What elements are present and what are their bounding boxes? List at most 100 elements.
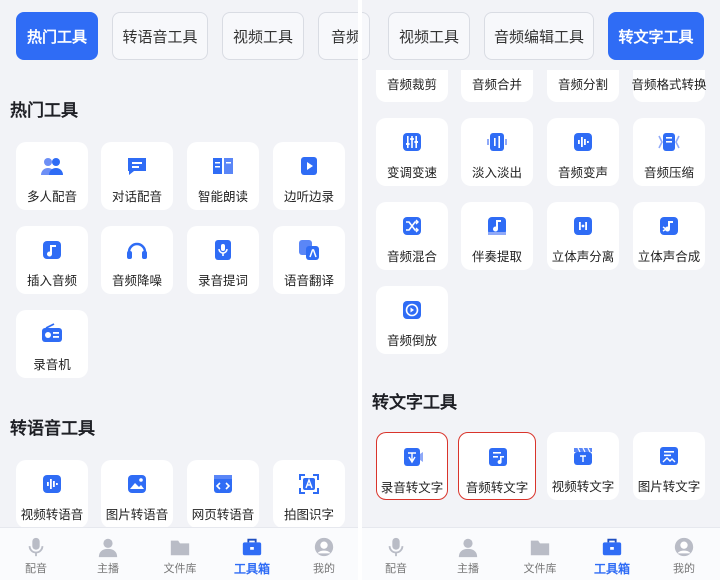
tool-label: 录音机 [33, 357, 71, 372]
tool-audio-mix[interactable]: 音频混合 [376, 202, 448, 270]
tool-label: 边听边录 [283, 189, 334, 204]
book-icon [211, 154, 235, 178]
nav-me[interactable]: 我的 [294, 532, 354, 578]
microphone-icon [385, 536, 407, 558]
tool-stereo-split[interactable]: 立体声分离 [547, 202, 619, 270]
tool-audio-merge[interactable]: 音频合并 [461, 70, 533, 102]
tab-stt-tools[interactable]: 转文字工具 [608, 12, 704, 60]
nav-label: 文件库 [163, 562, 197, 575]
voice-wave-icon [571, 130, 595, 154]
tab-audio-edit-tools[interactable]: 音频编辑工具 [484, 12, 594, 60]
person-icon [457, 536, 479, 558]
compress-icon [657, 130, 681, 154]
tool-insert-audio[interactable]: 插入音频 [16, 226, 88, 294]
category-tabs: 热门工具 转语音工具 视频工具 音频 [0, 12, 358, 62]
tab-audio-tools[interactable]: 音频 [318, 12, 358, 60]
tool-pitch-speed[interactable]: 变调变速 [376, 118, 448, 186]
toolbox-icon [601, 536, 623, 558]
play-document-icon [297, 154, 321, 178]
right-panel: 视频工具 音频编辑工具 转文字工具 音频裁剪 音频合并 音频分割 音频格式转换 … [362, 0, 720, 580]
tool-label: 智能朗读 [197, 189, 248, 204]
tool-label: 音频格式转换 [631, 77, 707, 92]
nav-label: 工具箱 [593, 562, 630, 576]
nav-label: 配音 [385, 562, 407, 575]
tool-audio-to-text[interactable]: 音频转文字 [458, 432, 536, 500]
tool-audio-trim[interactable]: 音频裁剪 [376, 70, 448, 102]
radio-icon [40, 322, 64, 346]
reverse-play-icon [400, 298, 424, 322]
tab-video-tools[interactable]: 视频工具 [222, 12, 304, 60]
tool-accompaniment-extract[interactable]: 伴奏提取 [461, 202, 533, 270]
nav-toolbox[interactable]: 工具箱 [222, 532, 282, 578]
tool-voice-translate[interactable]: 语音翻译 [273, 226, 345, 294]
tab-tts-tools[interactable]: 转语音工具 [112, 12, 208, 60]
tool-label: 音频倒放 [386, 333, 437, 348]
nav-me[interactable]: 我的 [654, 532, 714, 578]
tool-label: 图片转语音 [105, 507, 169, 522]
tool-listen-record[interactable]: 边听边录 [273, 142, 345, 210]
waveform-icon [40, 472, 64, 496]
tab-hot-tools[interactable]: 热门工具 [16, 12, 98, 60]
tool-stereo-combine[interactable]: 立体声合成 [633, 202, 705, 270]
tool-dialogue-dubbing[interactable]: 对话配音 [101, 142, 173, 210]
tool-label: 伴奏提取 [471, 249, 522, 264]
image-icon [125, 472, 149, 496]
tool-image-to-text[interactable]: 图片转文字 [633, 432, 705, 500]
tool-audio-compress[interactable]: 音频压缩 [633, 118, 705, 186]
tool-label: 音频裁剪 [386, 77, 437, 92]
tool-label: 音频混合 [386, 249, 437, 264]
tool-recording-prompter[interactable]: 录音提词 [187, 226, 259, 294]
nav-label: 主播 [97, 562, 119, 575]
nav-label: 工具箱 [233, 562, 270, 576]
nav-file-library[interactable]: 文件库 [150, 532, 210, 578]
tool-recording-to-text[interactable]: 录音转文字 [376, 432, 448, 500]
equalizer-icon [400, 130, 424, 154]
tool-audio-reverse[interactable]: 音频倒放 [376, 286, 448, 354]
tool-label: 视频转文字 [551, 479, 615, 494]
tool-video-to-text[interactable]: 视频转文字 [547, 432, 619, 500]
tool-label: 音频压缩 [643, 165, 694, 180]
tool-image-to-speech[interactable]: 图片转语音 [101, 460, 173, 528]
tool-audio-split[interactable]: 音频分割 [547, 70, 619, 102]
tool-multi-voice-dubbing[interactable]: 多人配音 [16, 142, 88, 210]
tool-label: 变调变速 [386, 165, 437, 180]
section-title-tts: 转语音工具 [10, 419, 95, 439]
nav-anchor[interactable]: 主播 [78, 532, 138, 578]
people-icon [40, 154, 64, 178]
shuffle-icon [400, 214, 424, 238]
nav-label: 主播 [457, 562, 479, 575]
tool-voice-change[interactable]: 音频变声 [547, 118, 619, 186]
tool-fade-in-out[interactable]: 淡入淡出 [461, 118, 533, 186]
tool-label: 音频分割 [557, 77, 608, 92]
nav-dubbing[interactable]: 配音 [6, 532, 66, 578]
tool-recorder[interactable]: 录音机 [16, 310, 88, 378]
tool-label: 拍图识字 [283, 507, 334, 522]
tool-audio-denoise[interactable]: 音频降噪 [101, 226, 173, 294]
tool-label: 图片转文字 [637, 479, 701, 494]
nav-file-library[interactable]: 文件库 [510, 532, 570, 578]
text-document-icon [401, 445, 425, 469]
person-icon [97, 536, 119, 558]
tool-webpage-to-speech[interactable]: 网页转语音 [187, 460, 259, 528]
image-text-icon [657, 444, 681, 468]
bottom-nav: 配音 主播 文件库 工具箱 我的 [362, 527, 720, 580]
clapperboard-icon [571, 444, 595, 468]
stereo-icon [571, 214, 595, 238]
nav-toolbox[interactable]: 工具箱 [582, 532, 642, 578]
tab-partial[interactable] [362, 12, 370, 60]
tool-smart-reading[interactable]: 智能朗读 [187, 142, 259, 210]
nav-label: 配音 [25, 562, 47, 575]
tool-label: 语音翻译 [283, 273, 334, 288]
music-note-icon [40, 238, 64, 262]
tool-label: 立体声分离 [551, 249, 615, 264]
tool-audio-format-convert[interactable]: 音频格式转换 [631, 70, 707, 102]
translate-icon [297, 238, 321, 262]
tab-video-tools[interactable]: 视频工具 [388, 12, 470, 60]
nav-anchor[interactable]: 主播 [438, 532, 498, 578]
tool-photo-ocr[interactable]: 拍图识字 [273, 460, 345, 528]
tool-video-to-speech[interactable]: 视频转语音 [16, 460, 88, 528]
nav-dubbing[interactable]: 配音 [366, 532, 426, 578]
scan-text-icon [297, 472, 321, 496]
nav-label: 我的 [313, 562, 335, 575]
fade-waveform-icon [485, 130, 509, 154]
